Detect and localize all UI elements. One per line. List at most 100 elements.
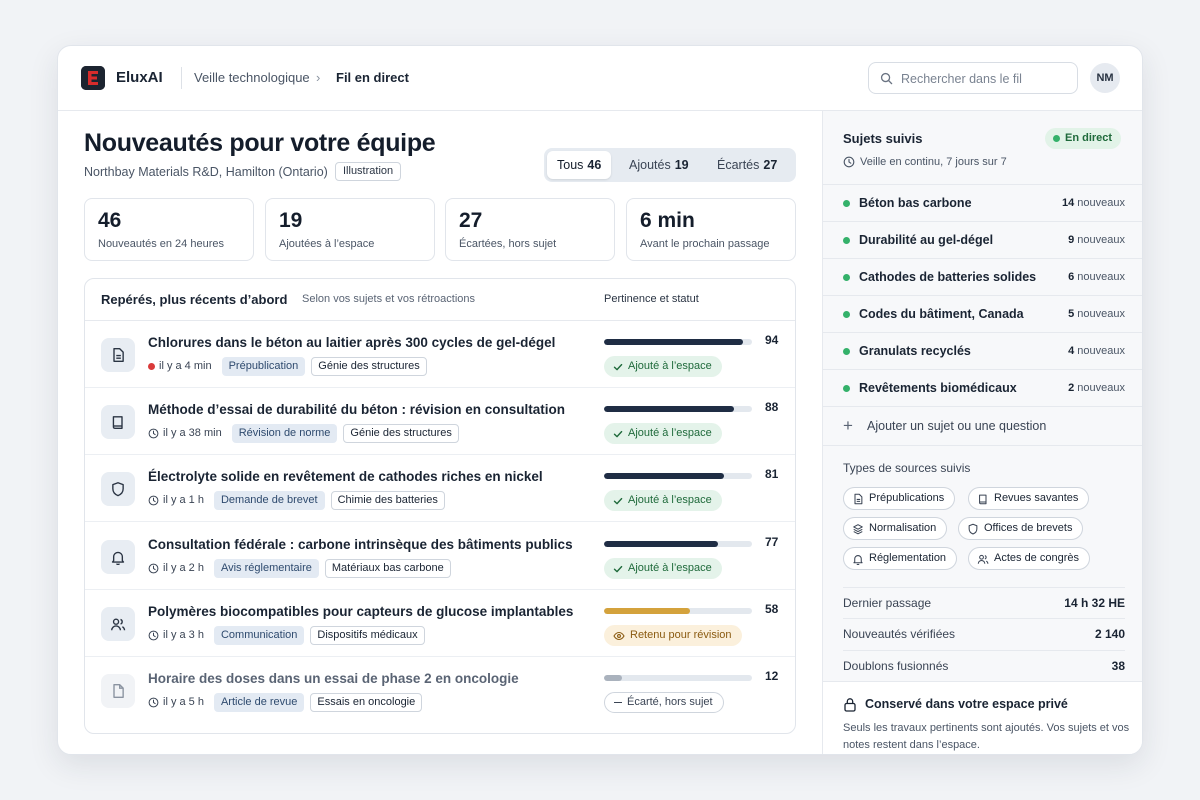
- source-type-chip[interactable]: Normalisation: [843, 517, 948, 540]
- status-badge[interactable]: Écarté, hors sujet: [604, 692, 724, 713]
- filter-tab-added[interactable]: Ajoutés 19: [619, 151, 699, 179]
- private-title: Conservé dans votre espace privé: [865, 697, 1068, 711]
- source-type-chip[interactable]: Actes de congrès: [968, 547, 1090, 570]
- feed-item-row[interactable]: Méthode d’essai de durabilité du béton :…: [85, 388, 795, 455]
- add-topic-button[interactable]: + Ajouter un sujet ou une question: [823, 408, 1142, 446]
- stat-label: Avant le prochain passage: [640, 238, 770, 250]
- feed-item-title[interactable]: Méthode d’essai de durabilité du béton :…: [148, 402, 565, 417]
- source-type-chip[interactable]: Réglementation: [843, 547, 958, 570]
- breadcrumb-parent[interactable]: Veille technologique: [194, 70, 310, 85]
- filter-tab-count: 19: [674, 158, 689, 172]
- topic-new-count: 2 nouveaux: [1068, 382, 1125, 394]
- source-type-chip[interactable]: Prépublications: [843, 487, 956, 510]
- stat-card-next-run: 6 min Avant le prochain passage: [626, 198, 796, 261]
- feed-item-meta: il y a 38 min Révision de norme Génie des …: [148, 423, 459, 443]
- eluxai-logo-icon[interactable]: [81, 66, 105, 90]
- clock-icon: [148, 495, 159, 505]
- metric-label: Nouveautés vérifiées: [843, 627, 956, 641]
- add-topic-label: Ajouter un sujet ou une question: [867, 419, 1047, 433]
- feed-item-time-text: il y a 4 min: [159, 360, 212, 372]
- source-type-chip[interactable]: Offices de brevets: [958, 517, 1084, 540]
- topic-count-suffix: nouveaux: [1077, 308, 1125, 320]
- topic-item[interactable]: Durabilité au gel-dégel 9 nouveaux: [823, 222, 1142, 259]
- source-type-chip[interactable]: Revues savantes: [968, 487, 1090, 510]
- feed-item-title[interactable]: Chlorures dans le béton au laitier après…: [148, 335, 555, 350]
- topic-count-value: 4: [1068, 345, 1075, 357]
- relevance-bar-fill: [604, 339, 744, 345]
- status-badge[interactable]: Ajouté à l’espace: [604, 558, 722, 579]
- feed-item-meta: il y a 4 min Prépublication Génie des stru…: [148, 356, 427, 376]
- filter-tab-label: Ajoutés: [629, 158, 671, 172]
- metric-last-run: Dernier passage 14 h 32 HE: [843, 587, 1125, 618]
- file-icon: [101, 674, 135, 708]
- breadcrumb-chevron-icon: ›: [316, 70, 321, 85]
- feed-item-row[interactable]: Polymères biocompatibles pour capteurs d…: [85, 590, 795, 657]
- document-icon: [852, 493, 864, 505]
- book-icon: [101, 405, 135, 439]
- stat-value: 46: [98, 209, 122, 232]
- topic-count-suffix: nouveaux: [1077, 234, 1125, 246]
- feed-item-row[interactable]: Horaire des doses dans un essai de phase…: [85, 657, 795, 724]
- feed-item-row[interactable]: Consultation fédérale : carbone intrinsè…: [85, 523, 795, 590]
- plus-icon: +: [843, 416, 853, 435]
- topic-item[interactable]: Granulats recyclés 4 nouveaux: [823, 333, 1142, 370]
- topic-item[interactable]: Revêtements biomédicaux 2 nouveaux: [823, 370, 1142, 407]
- metric-label: Doublons fusionnés: [843, 659, 949, 673]
- domain-tag: Matériaux bas carbone: [324, 558, 451, 578]
- source-type-tag: Prépublication: [221, 356, 306, 376]
- feed-item-meta: il y a 3 h Communication Dispositifs médic…: [148, 625, 425, 645]
- app-window: EluxAI Veille technologique › Fil en dir…: [57, 45, 1143, 755]
- eye-icon: [613, 631, 625, 640]
- topic-name: Cathodes de batteries solides: [859, 270, 1037, 284]
- feed-item-row[interactable]: Chlorures dans le béton au laitier après…: [85, 321, 795, 388]
- relevance-bar: [604, 608, 752, 614]
- topic-item[interactable]: Codes du bâtiment, Canada 5 nouveaux: [823, 296, 1142, 333]
- filter-tab-discarded[interactable]: Écartés 27: [707, 151, 787, 179]
- search-icon: [880, 72, 893, 85]
- status-badge[interactable]: Ajouté à l’espace: [604, 490, 722, 511]
- source-chip-label: Actes de congrès: [994, 552, 1079, 564]
- stat-label: Nouveautés en 24 heures: [98, 238, 224, 250]
- feed-item-title[interactable]: Polymères biocompatibles pour capteurs d…: [148, 604, 573, 619]
- document-icon: [101, 338, 135, 372]
- filter-tab-all[interactable]: Tous 46: [547, 151, 612, 179]
- feed-item-row[interactable]: Électrolyte solide en revêtement de cath…: [85, 455, 795, 522]
- filter-tab-count: 46: [587, 158, 602, 172]
- relevance-score: 77: [765, 535, 779, 549]
- topic-item[interactable]: Béton bas carbone 14 nouveaux: [823, 185, 1142, 222]
- sidebar: Sujets suivis En direct Veille en contin…: [822, 111, 1142, 754]
- relevance-bar-fill: [604, 608, 690, 614]
- live-dot-icon: [1053, 135, 1060, 142]
- feed-item-meta: il y a 2 h Avis réglementaire Matériaux ba…: [148, 558, 451, 578]
- bell-icon: [101, 540, 135, 574]
- status-badge[interactable]: Ajouté à l’espace: [604, 423, 722, 444]
- topic-name: Béton bas carbone: [859, 196, 972, 210]
- clock-icon: [148, 630, 159, 640]
- search-box[interactable]: [868, 62, 1078, 94]
- status-label: Ajouté à l’espace: [628, 427, 712, 439]
- relevance-bar: [604, 541, 752, 547]
- feed-item-title[interactable]: Horaire des doses dans un essai de phase…: [148, 671, 519, 686]
- status-badge[interactable]: Ajouté à l’espace: [604, 356, 722, 377]
- feed-item-time: il y a 1 h: [148, 494, 204, 506]
- relevance-bar-fill: [604, 541, 718, 547]
- topic-item[interactable]: Cathodes de batteries solides 6 nouveaux: [823, 259, 1142, 296]
- clock-icon: [148, 563, 159, 573]
- stat-card-added: 19 Ajoutées à l’espace: [265, 198, 435, 261]
- shield-icon: [967, 523, 979, 535]
- page-title: Nouveautés pour votre équipe: [84, 129, 436, 157]
- feed-item-title[interactable]: Consultation fédérale : carbone intrinsè…: [148, 537, 573, 552]
- feed-item-time-text: il y a 5 h: [163, 696, 204, 708]
- stat-value: 19: [279, 209, 303, 232]
- domain-tag: Génie des structures: [343, 423, 459, 443]
- feed-item-title[interactable]: Électrolyte solide en revêtement de cath…: [148, 469, 543, 484]
- search-input[interactable]: [901, 69, 1071, 89]
- user-avatar[interactable]: NM: [1090, 63, 1120, 93]
- topic-new-count: 14 nouveaux: [1062, 197, 1125, 209]
- source-chip-label: Normalisation: [869, 522, 937, 534]
- source-type-tag: Révision de norme: [231, 423, 338, 443]
- topic-status-dot: [843, 385, 850, 392]
- stat-label: Écartées, hors sujet: [459, 238, 557, 250]
- status-badge[interactable]: Retenu pour révision: [604, 625, 742, 646]
- private-space-notice: Conservé dans votre espace privé Seuls l…: [823, 681, 1142, 754]
